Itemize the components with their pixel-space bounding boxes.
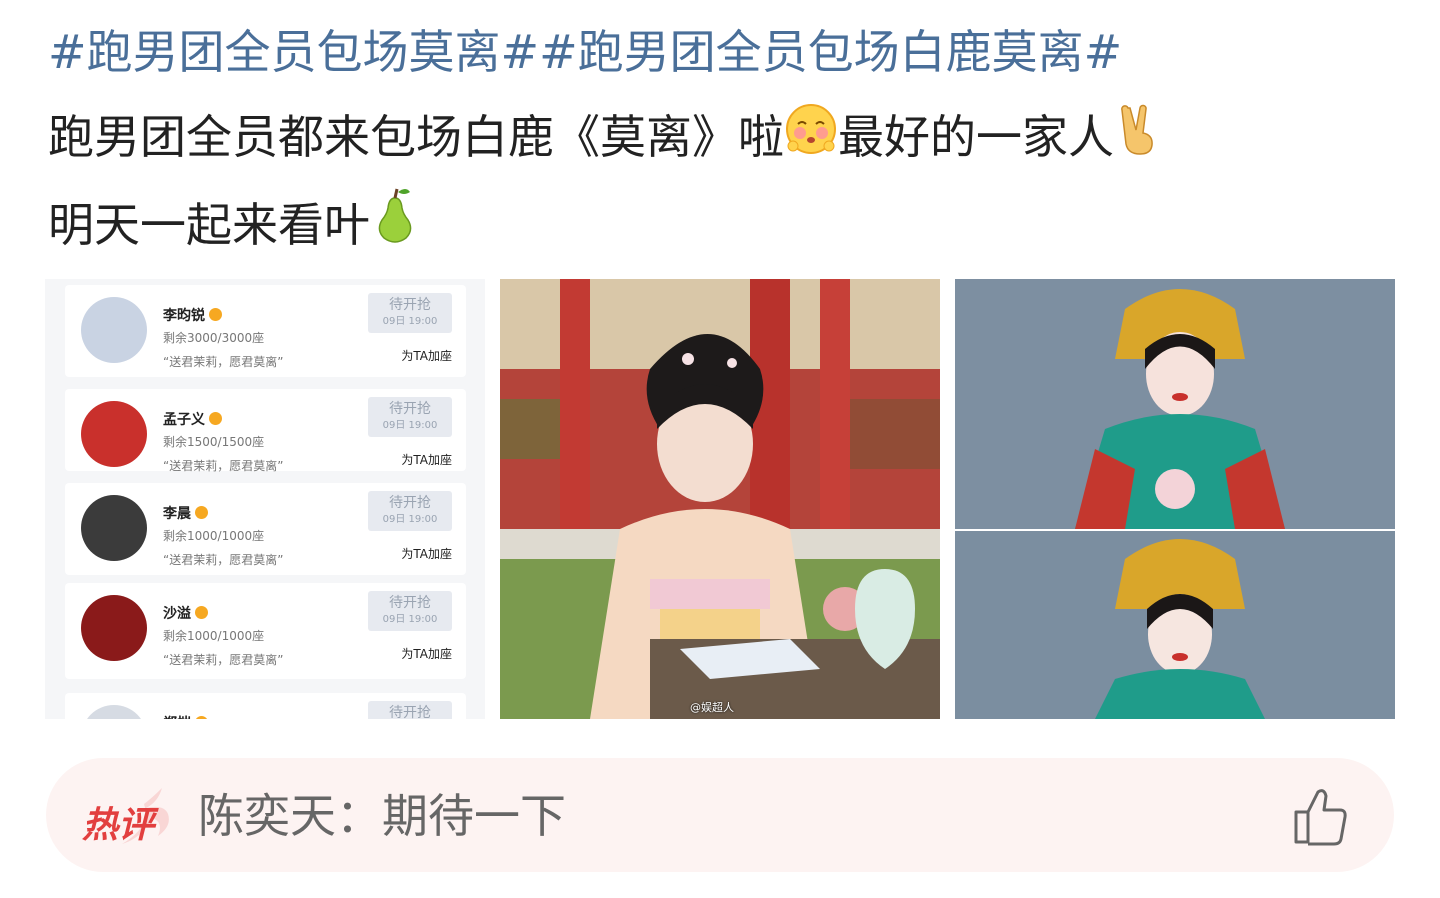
avatar[interactable] — [81, 495, 147, 561]
body-text: 明天一起来看叶 — [48, 198, 370, 252]
add-seat-link[interactable]: 为TA加座 — [401, 347, 452, 364]
status-label: 待开抢 — [389, 297, 431, 313]
ticket-card[interactable]: 李昀锐剩余3000/3000座 “送君茉莉，愿君莫离” 待开抢 09日 19:00 为T… — [65, 285, 466, 377]
avatar[interactable] — [81, 595, 147, 661]
ticket-status-button[interactable]: 待开抢 09日 19:00 — [368, 397, 452, 437]
ticket-card[interactable]: 李晨剩余1000/1000座 “送君茉莉，愿君莫离” 待开抢 09日 19:00 为TA… — [65, 483, 466, 575]
ticket-name: 李昀锐 — [163, 305, 222, 325]
ticket-card[interactable]: 孟子义剩余1500/1500座 “送君茉莉，愿君莫离” 待开抢 09日 19:00 为T… — [65, 389, 466, 473]
body-line: 明天一起来看叶 — [48, 183, 1408, 273]
costume-portrait-image[interactable] — [955, 279, 1395, 719]
verified-badge-icon — [209, 412, 222, 425]
avatar[interactable] — [81, 401, 147, 467]
ticket-quote: “送君茉莉，愿君莫离” — [163, 653, 284, 667]
ticket-quote: “送君茉莉，愿君莫离” — [163, 355, 284, 369]
ticket-name: 孟子义 — [163, 409, 222, 429]
ticket-status-button[interactable]: 待开抢 — [368, 701, 452, 719]
status-time: 09日 19:00 — [382, 614, 438, 625]
thumbs-up-icon[interactable] — [1290, 784, 1354, 848]
verified-badge-icon — [195, 506, 208, 519]
status-label: 待开抢 — [389, 495, 431, 511]
status-time: 09日 19:00 — [382, 514, 438, 525]
status-label: 待开抢 — [389, 595, 431, 611]
comment-separator: ： — [336, 789, 382, 843]
ticket-seats: 剩余1000/1000座 — [163, 629, 265, 643]
ticket-name: 李晨 — [163, 503, 208, 523]
verified-badge-icon — [209, 308, 222, 321]
ticket-list-image[interactable]: 李昀锐剩余3000/3000座 “送君茉莉，愿君莫离” 待开抢 09日 19:00 为T… — [45, 279, 485, 719]
add-seat-link[interactable]: 为TA加座 — [401, 645, 452, 662]
verified-badge-icon — [195, 606, 208, 619]
ticket-status-button[interactable]: 待开抢 09日 19:00 — [368, 491, 452, 531]
hot-comment-badge: 热评 — [78, 786, 178, 846]
ticket-card[interactable]: 郑恺 待开抢 — [65, 693, 466, 719]
avatar[interactable] — [81, 705, 147, 719]
status-label: 待开抢 — [389, 705, 431, 719]
ticket-seats: 剩余3000/3000座 — [163, 331, 265, 345]
body-text: 最好的一家人 — [838, 110, 1114, 164]
ticket-seats: 剩余1500/1500座 — [163, 435, 265, 449]
hot-comment-label: 热评 — [82, 805, 155, 846]
post-text: #跑男团全员包场莫离##跑男团全员包场白鹿莫离# 跑男团全员都来包场白鹿《莫离》… — [48, 10, 1408, 273]
add-seat-link[interactable]: 为TA加座 — [401, 451, 452, 468]
add-seat-link[interactable]: 为TA加座 — [401, 545, 452, 562]
body-text: 跑男团全员都来包场白鹿《莫离》啦 — [48, 110, 784, 164]
ticket-seats: 剩余1000/1000座 — [163, 529, 265, 543]
watermark-text: @娱超人 — [690, 701, 734, 714]
hashtag-link[interactable]: #跑男团全员包场白鹿莫离# — [539, 25, 1122, 79]
ticket-quote: “送君茉莉，愿君莫离” — [163, 553, 284, 567]
status-time: 09日 19:00 — [382, 420, 438, 431]
avatar[interactable] — [81, 297, 147, 363]
pear-emoji-icon — [370, 184, 420, 273]
status-time: 09日 19:00 — [382, 316, 438, 327]
status-label: 待开抢 — [389, 401, 431, 417]
hot-comment-text: 陈奕天：期待一下 — [198, 786, 566, 846]
ticket-quote: “送君茉莉，愿君莫离” — [163, 459, 284, 473]
ticket-card[interactable]: 沙溢剩余1000/1000座 “送君茉莉，愿君莫离” 待开抢 09日 19:00 为TA… — [65, 583, 466, 679]
ticket-name: 郑恺 — [163, 713, 208, 719]
hashtag-link[interactable]: #跑男团全员包场莫离# — [48, 25, 539, 79]
comment-author[interactable]: 陈奕天 — [198, 789, 336, 843]
verified-badge-icon — [195, 716, 208, 719]
victory-hand-emoji-icon — [1114, 98, 1166, 183]
drama-still-image[interactable]: @娱超人 — [500, 279, 940, 719]
ticket-status-button[interactable]: 待开抢 09日 19:00 — [368, 293, 452, 333]
body-line: 跑男团全员都来包场白鹿《莫离》啦 最好的一家人 — [48, 95, 1408, 183]
shy-face-emoji-icon — [784, 98, 838, 183]
drama-scene-illustration — [500, 279, 940, 719]
portrait-illustration — [955, 279, 1395, 719]
ticket-status-button[interactable]: 待开抢 09日 19:00 — [368, 591, 452, 631]
hashtag-line: #跑男团全员包场莫离##跑男团全员包场白鹿莫离# — [48, 10, 1408, 95]
comment-body: 期待一下 — [382, 789, 566, 843]
ticket-name: 沙溢 — [163, 603, 208, 623]
image-grid: 李昀锐剩余3000/3000座 “送君茉莉，愿君莫离” 待开抢 09日 19:00 为T… — [45, 279, 1395, 719]
hot-comment-bar[interactable]: 热评 陈奕天：期待一下 — [46, 758, 1394, 872]
